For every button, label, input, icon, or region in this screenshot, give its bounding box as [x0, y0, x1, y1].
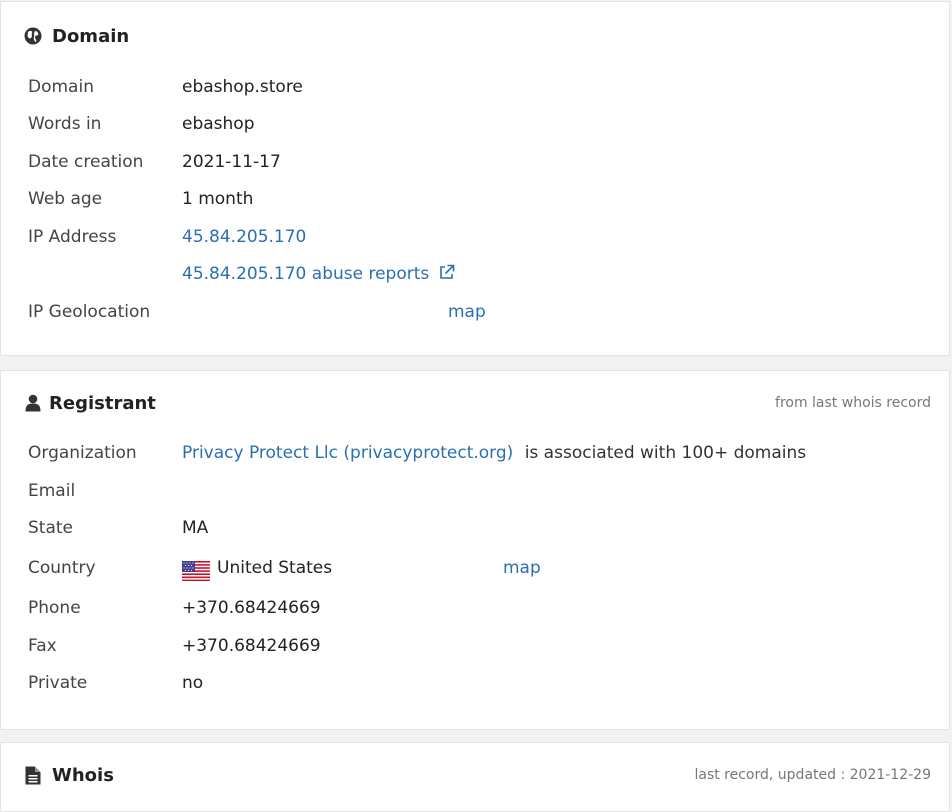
registrant-title: Registrant [49, 392, 156, 414]
whois-panel: Whois last record, updated : 2021-12-29 [0, 742, 950, 812]
org-value: Privacy Protect Llc (privacyprotect.org)… [182, 443, 806, 463]
org-link[interactable]: Privacy Protect Llc (privacyprotect.org) [182, 443, 513, 463]
private-label: Private [28, 673, 88, 693]
domain-label: Domain [28, 77, 94, 97]
state-value: MA [182, 518, 209, 538]
registrant-note: from last whois record [775, 395, 931, 411]
country-value: United States [217, 558, 333, 578]
created-value: 2021-11-17 [182, 152, 281, 172]
ip-link[interactable]: 45.84.205.170 [182, 227, 306, 247]
fax-label: Fax [28, 636, 57, 656]
registrant-panel: Registrant from last whois record Organi… [0, 370, 950, 730]
country-map-link[interactable]: map [503, 558, 541, 578]
us-flag-icon [182, 561, 210, 581]
private-value: no [182, 673, 204, 693]
words-label: Words in [28, 114, 102, 134]
age-label: Web age [28, 189, 103, 209]
whois-note: last record, updated : 2021-12-29 [694, 767, 931, 783]
age-value: 1 month [182, 189, 254, 209]
geo-map-link[interactable]: map [448, 302, 486, 322]
phone-label: Phone [28, 598, 81, 618]
globe-icon [23, 26, 43, 46]
document-icon [23, 765, 43, 785]
country-label: Country [28, 558, 96, 578]
org-associated-text: is associated with 100+ domains [524, 443, 807, 463]
external-link-icon [438, 264, 455, 286]
ip-label: IP Address [28, 227, 117, 247]
domain-value: ebashop.store [182, 77, 303, 97]
whois-title: Whois [52, 764, 114, 786]
email-label: Email [28, 481, 76, 501]
created-label: Date creation [28, 152, 144, 172]
domain-panel: Domain Domain ebashop.store Words in eba… [0, 1, 950, 356]
user-icon [23, 393, 43, 413]
abuse-reports-text[interactable]: 45.84.205.170 abuse reports [182, 264, 429, 284]
registrant-header: Registrant [23, 388, 156, 418]
domain-title: Domain [52, 25, 130, 47]
geo-label: IP Geolocation [28, 302, 151, 322]
state-label: State [28, 518, 73, 538]
org-label: Organization [28, 443, 137, 463]
fax-value: +370.68424669 [182, 636, 321, 656]
words-value: ebashop [182, 114, 255, 134]
phone-value: +370.68424669 [182, 598, 321, 618]
domain-header: Domain [23, 21, 129, 51]
whois-header: Whois [23, 760, 114, 790]
abuse-reports-link[interactable]: 45.84.205.170 abuse reports [182, 264, 455, 286]
